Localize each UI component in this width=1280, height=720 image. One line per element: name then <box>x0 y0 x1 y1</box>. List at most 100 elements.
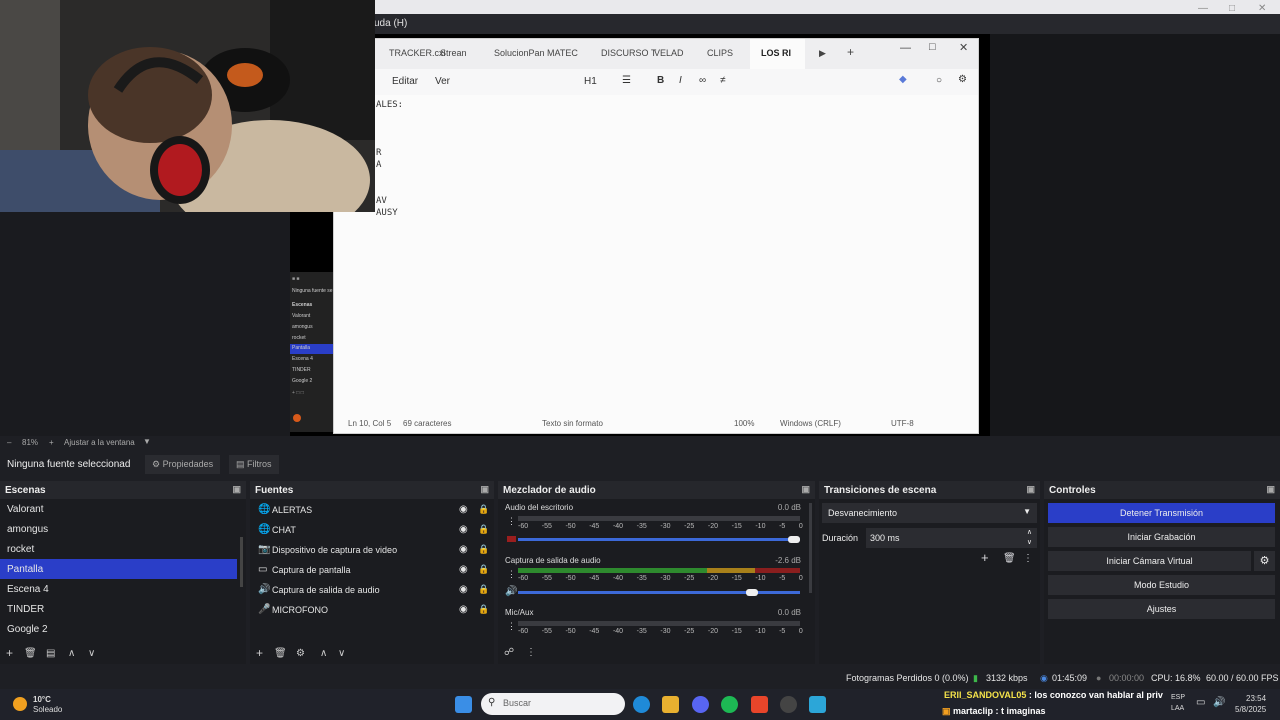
minimize-icon[interactable]: — <box>1198 3 1208 14</box>
source-audio-output[interactable]: 🔊 Captura de salida de audio ◉ 🔒 <box>256 580 492 600</box>
trash-icon[interactable]: 🗑 <box>274 648 287 659</box>
eye-icon[interactable]: ◉ <box>459 604 468 615</box>
tab-los-ri[interactable]: LOS RI <box>750 39 805 69</box>
maximize-icon[interactable]: □ <box>1229 3 1235 14</box>
eye-icon[interactable]: ◉ <box>459 564 468 575</box>
close-icon[interactable]: ✕ <box>1258 3 1266 14</box>
scene-tinder[interactable]: TINDER <box>0 599 237 619</box>
source-screen-capture[interactable]: ▭ Captura de pantalla ◉ 🔒 <box>256 560 492 580</box>
lock-icon[interactable]: 🔒 <box>478 544 489 555</box>
tab-stream[interactable]: Strean <box>440 48 467 58</box>
eye-icon[interactable]: ◉ <box>459 584 468 595</box>
notepad-text[interactable]: ALES: RA AV AUSY <box>376 99 403 219</box>
start-recording-button[interactable]: Iniciar Grabación <box>1048 527 1275 547</box>
obs-icon[interactable] <box>780 696 797 713</box>
gear-icon[interactable]: ⚙ <box>1254 551 1275 571</box>
speaker-icon[interactable]: 🔊 <box>505 586 517 597</box>
menu-help[interactable]: uda (H) <box>360 14 1280 34</box>
zoom-fit[interactable]: Ajustar a la ventana <box>64 438 135 447</box>
chevron-down-icon[interactable]: ∨ <box>88 648 95 659</box>
kebab-icon[interactable]: ⋮ <box>526 647 536 658</box>
filters-button[interactable]: ▤ Filtros <box>229 455 279 474</box>
mixer-scrollbar[interactable] <box>809 503 812 593</box>
zoom-out-icon[interactable]: – <box>7 438 11 447</box>
discord-icon[interactable] <box>692 696 709 713</box>
language-bottom[interactable]: LAA <box>1171 705 1184 712</box>
popout-icon[interactable]: ▣ <box>1026 484 1035 495</box>
zoom-in-icon[interactable]: + <box>49 438 54 447</box>
bold-icon[interactable]: B <box>657 75 664 86</box>
scenes-scrollbar[interactable] <box>240 537 243 587</box>
edge-icon[interactable] <box>633 696 650 713</box>
scene-google-2[interactable]: Google 2 <box>0 619 237 639</box>
clock-time[interactable]: 23:54 <box>1246 694 1266 703</box>
scene-amongus[interactable]: amongus <box>0 519 237 539</box>
tab-discurso[interactable]: DISCURSO T <box>601 48 656 58</box>
lock-icon[interactable]: 🔒 <box>478 564 489 575</box>
settings-button[interactable]: Ajustes <box>1048 599 1275 619</box>
tab-scroll-right-icon[interactable]: ▶ <box>819 48 826 59</box>
list-icon[interactable]: ☰ <box>622 75 631 86</box>
tab-tracker[interactable]: TRACKER.cxi <box>389 48 446 58</box>
gear-icon[interactable]: ⚙ <box>296 648 305 659</box>
copilot-icon[interactable]: ◆ <box>899 74 907 85</box>
kebab-icon[interactable]: ⋮ <box>507 621 516 632</box>
mute-icon[interactable] <box>507 536 516 542</box>
transition-select[interactable]: Desvanecimiento ▼ <box>822 503 1037 523</box>
virtual-camera-button[interactable]: Iniciar Cámara Virtual <box>1048 551 1251 571</box>
minimize-icon[interactable]: — <box>900 42 911 54</box>
eye-icon[interactable]: ◉ <box>459 504 468 515</box>
menu-view[interactable]: Ver <box>435 76 450 87</box>
brave-icon[interactable] <box>751 696 768 713</box>
notepad-window[interactable]: TRACKER.cxi Strean SolucionPan MATEC DIS… <box>333 38 979 434</box>
menu-edit[interactable]: Editar <box>392 76 418 87</box>
popout-icon[interactable]: ▣ <box>1266 484 1275 495</box>
duration-input[interactable]: 300 ms ∧ ∨ <box>866 528 1037 548</box>
zoom-dropdown-icon[interactable]: ▼ <box>143 437 151 446</box>
popout-icon[interactable]: ▣ <box>232 484 241 495</box>
volume-icon[interactable]: 🔊 <box>1213 697 1225 708</box>
tab-solucion[interactable]: SolucionPan <box>494 48 545 58</box>
properties-button[interactable]: ⚙ Propiedades <box>145 455 221 474</box>
heading-dropdown[interactable]: H1 <box>584 76 597 87</box>
clear-format-icon[interactable]: ≠ <box>720 75 726 86</box>
link-icon[interactable]: ☍ <box>504 647 514 658</box>
notepad-icon[interactable] <box>809 696 826 713</box>
kebab-icon[interactable]: ⋮ <box>1023 553 1033 564</box>
italic-icon[interactable]: I <box>679 75 682 86</box>
volume-slider[interactable] <box>518 538 800 541</box>
lock-icon[interactable]: 🔒 <box>478 604 489 615</box>
scene-rocket[interactable]: rocket <box>0 539 237 559</box>
gear-icon[interactable]: ⚙ <box>958 74 967 85</box>
volume-knob[interactable] <box>788 536 800 543</box>
spin-down-icon[interactable]: ∨ <box>1027 538 1032 546</box>
kebab-icon[interactable]: ⋮ <box>507 569 516 580</box>
eye-icon[interactable]: ◉ <box>459 544 468 555</box>
filter-icon[interactable]: ▤ <box>46 648 55 659</box>
language-top[interactable]: ESP <box>1171 694 1185 701</box>
windows-start-icon[interactable] <box>455 696 472 713</box>
close-icon[interactable]: ✕ <box>959 41 968 54</box>
trash-icon[interactable]: 🗑 <box>24 648 37 659</box>
add-icon[interactable]: + <box>981 550 989 565</box>
account-icon[interactable]: ○ <box>936 75 942 86</box>
maximize-icon[interactable]: □ <box>929 41 936 53</box>
new-tab-icon[interactable]: + <box>847 45 854 59</box>
chevron-down-icon[interactable]: ∨ <box>338 648 345 659</box>
scene-valorant[interactable]: Valorant <box>0 499 237 519</box>
eye-icon[interactable]: ◉ <box>459 524 468 535</box>
lock-icon[interactable]: 🔒 <box>478 504 489 515</box>
lock-icon[interactable]: 🔒 <box>478 524 489 535</box>
tab-matec[interactable]: MATEC <box>547 48 578 58</box>
search-input[interactable]: ⚲ Buscar <box>481 693 625 715</box>
spin-up-icon[interactable]: ∧ <box>1027 528 1032 536</box>
weather-icon[interactable] <box>13 697 27 711</box>
source-alertas[interactable]: 🌐 ALERTAS ◉ 🔒 <box>256 500 492 520</box>
trash-icon[interactable]: 🗑 <box>1003 553 1016 564</box>
volume-knob[interactable] <box>745 589 758 596</box>
source-microfono[interactable]: 🎤 MICROFONO ◉ 🔒 <box>256 600 492 620</box>
source-video-capture[interactable]: 📷 Dispositivo de captura de video ◉ 🔒 <box>256 540 492 560</box>
source-chat[interactable]: 🌐 CHAT ◉ 🔒 <box>256 520 492 540</box>
spotify-icon[interactable] <box>721 696 738 713</box>
studio-mode-button[interactable]: Modo Estudio <box>1048 575 1275 595</box>
